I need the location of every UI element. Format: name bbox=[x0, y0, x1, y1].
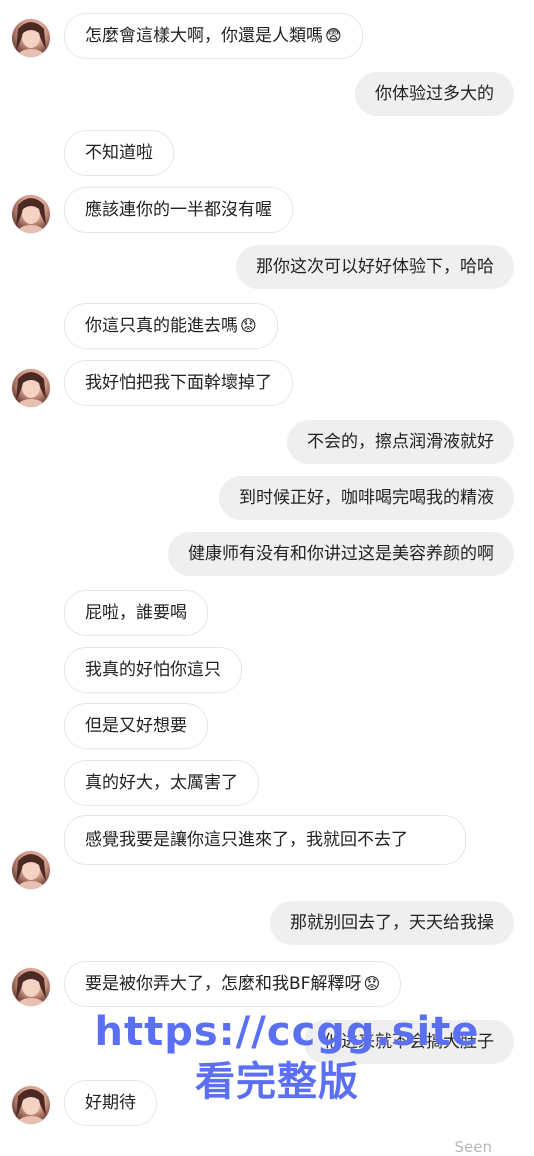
contact-avatar[interactable] bbox=[12, 369, 50, 407]
message-text: 那就别回去了，天天给我操 bbox=[290, 913, 494, 933]
message-text: 但是又好想要 bbox=[85, 716, 187, 736]
incoming-message-bubble[interactable]: 但是又好想要 bbox=[64, 703, 208, 749]
outgoing-message-bubble[interactable]: 他进来就不会搞大肚子 bbox=[304, 1020, 514, 1064]
contact-avatar[interactable] bbox=[12, 851, 50, 889]
message-text: 要是被你弄大了，怎麼和我BF解釋呀 bbox=[85, 974, 362, 994]
incoming-message-bubble[interactable]: 應該連你的一半都沒有喔 bbox=[64, 187, 293, 233]
message-text: 不会的，擦点润滑液就好 bbox=[307, 432, 494, 452]
contact-avatar[interactable] bbox=[12, 1086, 50, 1124]
message-text: 到时候正好，咖啡喝完喝我的精液 bbox=[239, 488, 494, 508]
incoming-message-bubble[interactable]: 要是被你弄大了，怎麼和我BF解釋呀 😟 bbox=[64, 961, 402, 1007]
outgoing-message-bubble[interactable]: 那就别回去了，天天给我操 bbox=[270, 901, 514, 945]
incoming-message-bubble[interactable]: 不知道啦 bbox=[64, 130, 174, 176]
message-text: 應該連你的一半都沒有喔 bbox=[85, 200, 272, 220]
incoming-message-bubble[interactable]: 好期待 bbox=[64, 1080, 157, 1126]
incoming-message-bubble[interactable]: 怎麼會這樣大啊，你還是人類嗎 😨 bbox=[64, 13, 363, 59]
outgoing-message-bubble[interactable]: 那你这次可以好好体验下，哈哈 bbox=[236, 245, 514, 289]
outgoing-message-bubble[interactable]: 到时候正好，咖啡喝完喝我的精液 bbox=[219, 476, 514, 520]
message-text: 真的好大，太厲害了 bbox=[85, 773, 238, 793]
message-text: 健康师有没有和你讲过这是美容养颜的啊 bbox=[188, 544, 494, 564]
incoming-message-bubble[interactable]: 我真的好怕你這只 bbox=[64, 647, 242, 693]
message-text: 我好怕把我下面幹壞掉了 bbox=[85, 373, 272, 393]
contact-avatar[interactable] bbox=[12, 19, 50, 57]
outgoing-message-bubble[interactable]: 健康师有没有和你讲过这是美容养颜的啊 bbox=[168, 532, 514, 576]
message-text: 他进来就不会搞大肚子 bbox=[324, 1032, 494, 1052]
contact-avatar[interactable] bbox=[12, 195, 50, 233]
incoming-message-bubble[interactable]: 你這只真的能進去嗎 😟 bbox=[64, 303, 278, 349]
incoming-message-bubble[interactable]: 真的好大，太厲害了 bbox=[64, 760, 259, 806]
message-text: 你這只真的能進去嗎 bbox=[85, 316, 238, 336]
message-text: 怎麼會這樣大啊，你還是人類嗎 bbox=[85, 26, 323, 46]
outgoing-message-bubble[interactable]: 不会的，擦点润滑液就好 bbox=[287, 420, 514, 464]
message-text: 那你这次可以好好体验下，哈哈 bbox=[256, 257, 494, 277]
incoming-message-bubble[interactable]: 屁啦，誰要喝 bbox=[64, 590, 208, 636]
message-text: 我真的好怕你這只 bbox=[85, 660, 221, 680]
message-text: 你体验过多大的 bbox=[375, 84, 494, 104]
incoming-message-bubble[interactable]: 感覺我要是讓你這只進來了，我就回不去了 bbox=[64, 815, 466, 865]
message-text: 好期待 bbox=[85, 1093, 136, 1113]
contact-avatar[interactable] bbox=[12, 968, 50, 1006]
worried-face-emoji-icon: 😟 bbox=[240, 316, 257, 335]
message-text: 不知道啦 bbox=[85, 143, 153, 163]
worried-face-emoji-icon: 😟 bbox=[363, 974, 381, 993]
message-text: 感覺我要是讓你這只進來了，我就回不去了 bbox=[85, 830, 408, 850]
seen-status: Seen bbox=[454, 1138, 493, 1156]
incoming-message-bubble[interactable]: 我好怕把我下面幹壞掉了 bbox=[64, 360, 293, 406]
fearful-face-emoji-icon: 😨 bbox=[325, 26, 342, 45]
outgoing-message-bubble[interactable]: 你体验过多大的 bbox=[355, 72, 514, 116]
message-text: 屁啦，誰要喝 bbox=[85, 603, 187, 623]
